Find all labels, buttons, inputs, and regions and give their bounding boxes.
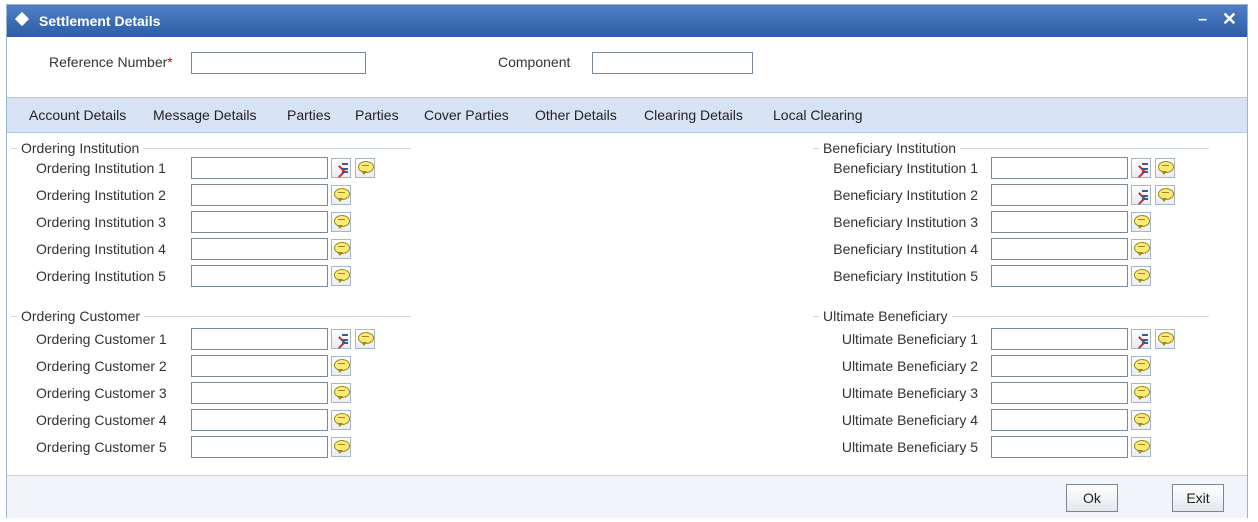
speech-bubble-icon[interactable] xyxy=(1131,437,1151,457)
tab-parties[interactable]: Parties xyxy=(287,107,331,123)
tab-bar: Account Details Message Details Parties … xyxy=(7,97,1247,133)
list-of-values-icon[interactable] xyxy=(1131,185,1151,205)
beneficiary-institution-4-label: Beneficiary Institution 4 xyxy=(833,241,978,257)
ordering-institution-5-label: Ordering Institution 5 xyxy=(36,268,166,284)
speech-bubble-icon[interactable] xyxy=(1131,356,1151,376)
tab-cover-parties[interactable]: Cover Parties xyxy=(424,107,509,123)
ordering-customer-title: Ordering Customer xyxy=(17,308,145,324)
beneficiary-institution-title: Beneficiary Institution xyxy=(819,140,961,156)
speech-bubble-icon[interactable] xyxy=(1131,239,1151,259)
tab-message-details[interactable]: Message Details xyxy=(153,107,257,123)
exit-button[interactable]: Exit xyxy=(1172,484,1224,512)
ordering-customer-5-label: Ordering Customer 5 xyxy=(36,439,167,455)
component-label: Component xyxy=(498,54,571,70)
beneficiary-institution-1-label: Beneficiary Institution 1 xyxy=(833,160,978,176)
ordering-institution-2-label: Ordering Institution 2 xyxy=(36,187,166,203)
beneficiary-institution-1-input[interactable] xyxy=(991,157,1128,179)
tab-clearing-details[interactable]: Clearing Details xyxy=(644,107,743,123)
ordering-institution-2-input[interactable] xyxy=(191,184,328,206)
ordering-institution-3-input[interactable] xyxy=(191,211,328,233)
beneficiary-institution-5-label: Beneficiary Institution 5 xyxy=(833,268,978,284)
list-of-values-icon[interactable] xyxy=(331,329,351,349)
beneficiary-institution-4-input[interactable] xyxy=(991,238,1128,260)
ordering-institution-3-label: Ordering Institution 3 xyxy=(36,214,166,230)
speech-bubble-icon[interactable] xyxy=(331,437,351,457)
speech-bubble-icon[interactable] xyxy=(1131,410,1151,430)
speech-bubble-icon[interactable] xyxy=(331,185,351,205)
beneficiary-institution-3-label: Beneficiary Institution 3 xyxy=(833,214,978,230)
ok-button[interactable]: Ok xyxy=(1066,484,1118,512)
ultimate-beneficiary-title: Ultimate Beneficiary xyxy=(819,308,952,324)
tab-parties-2[interactable]: Parties xyxy=(355,107,399,123)
required-marker: * xyxy=(167,54,173,70)
speech-bubble-icon[interactable] xyxy=(331,410,351,430)
ordering-customer-2-input[interactable] xyxy=(191,355,328,377)
speech-bubble-icon[interactable] xyxy=(331,212,351,232)
beneficiary-institution-2-input[interactable] xyxy=(991,184,1128,206)
ordering-customer-3-input[interactable] xyxy=(191,382,328,404)
close-button[interactable]: ✕ xyxy=(1222,9,1237,30)
window-title: Settlement Details xyxy=(39,13,161,29)
ordering-customer-4-label: Ordering Customer 4 xyxy=(36,412,167,428)
ultimate-beneficiary-5-label: Ultimate Beneficiary 5 xyxy=(841,439,978,455)
speech-bubble-icon[interactable] xyxy=(355,158,375,178)
list-of-values-icon[interactable] xyxy=(1131,158,1151,178)
beneficiary-institution-3-input[interactable] xyxy=(991,211,1128,233)
speech-bubble-icon[interactable] xyxy=(1155,329,1175,349)
tab-local-clearing[interactable]: Local Clearing xyxy=(773,107,863,123)
speech-bubble-icon[interactable] xyxy=(331,239,351,259)
component-input[interactable] xyxy=(592,52,753,74)
settlement-details-window: Settlement Details – ✕ Reference Number*… xyxy=(6,4,1248,518)
minimize-button[interactable]: – xyxy=(1198,11,1207,29)
ordering-institution-1-label: Ordering Institution 1 xyxy=(36,160,166,176)
window-diamond-icon xyxy=(14,11,30,27)
list-of-values-icon[interactable] xyxy=(331,158,351,178)
ordering-customer-3-label: Ordering Customer 3 xyxy=(36,385,167,401)
ultimate-beneficiary-3-label: Ultimate Beneficiary 3 xyxy=(841,385,978,401)
footer-bar: Ok Exit xyxy=(7,475,1247,518)
ultimate-beneficiary-3-input[interactable] xyxy=(991,382,1128,404)
speech-bubble-icon[interactable] xyxy=(331,266,351,286)
reference-number-input[interactable] xyxy=(191,52,366,74)
reference-number-label: Reference Number* xyxy=(49,54,173,70)
ultimate-beneficiary-4-label: Ultimate Beneficiary 4 xyxy=(841,412,978,428)
ultimate-beneficiary-1-label: Ultimate Beneficiary 1 xyxy=(841,331,978,347)
ultimate-beneficiary-5-input[interactable] xyxy=(991,436,1128,458)
reference-number-label-text: Reference Number xyxy=(49,54,168,70)
ordering-institution-1-input[interactable] xyxy=(191,157,328,179)
ordering-customer-1-label: Ordering Customer 1 xyxy=(36,331,167,347)
ordering-institution-5-input[interactable] xyxy=(191,265,328,287)
speech-bubble-icon[interactable] xyxy=(331,383,351,403)
speech-bubble-icon[interactable] xyxy=(355,329,375,349)
ordering-customer-5-input[interactable] xyxy=(191,436,328,458)
speech-bubble-icon[interactable] xyxy=(331,356,351,376)
tab-other-details[interactable]: Other Details xyxy=(535,107,617,123)
ultimate-beneficiary-2-input[interactable] xyxy=(991,355,1128,377)
speech-bubble-icon[interactable] xyxy=(1131,383,1151,403)
ordering-customer-4-input[interactable] xyxy=(191,409,328,431)
beneficiary-institution-2-label: Beneficiary Institution 2 xyxy=(833,187,978,203)
ordering-institution-4-input[interactable] xyxy=(191,238,328,260)
ordering-customer-1-input[interactable] xyxy=(191,328,328,350)
speech-bubble-icon[interactable] xyxy=(1131,212,1151,232)
ordering-institution-title: Ordering Institution xyxy=(17,140,144,156)
title-bar: Settlement Details – ✕ xyxy=(7,5,1247,37)
ordering-customer-2-label: Ordering Customer 2 xyxy=(36,358,167,374)
list-of-values-icon[interactable] xyxy=(1131,329,1151,349)
speech-bubble-icon[interactable] xyxy=(1155,185,1175,205)
speech-bubble-icon[interactable] xyxy=(1131,266,1151,286)
ordering-institution-4-label: Ordering Institution 4 xyxy=(36,241,166,257)
speech-bubble-icon[interactable] xyxy=(1155,158,1175,178)
ultimate-beneficiary-2-label: Ultimate Beneficiary 2 xyxy=(841,358,978,374)
ultimate-beneficiary-4-input[interactable] xyxy=(991,409,1128,431)
beneficiary-institution-5-input[interactable] xyxy=(991,265,1128,287)
tab-account-details[interactable]: Account Details xyxy=(29,107,126,123)
ultimate-beneficiary-1-input[interactable] xyxy=(991,328,1128,350)
